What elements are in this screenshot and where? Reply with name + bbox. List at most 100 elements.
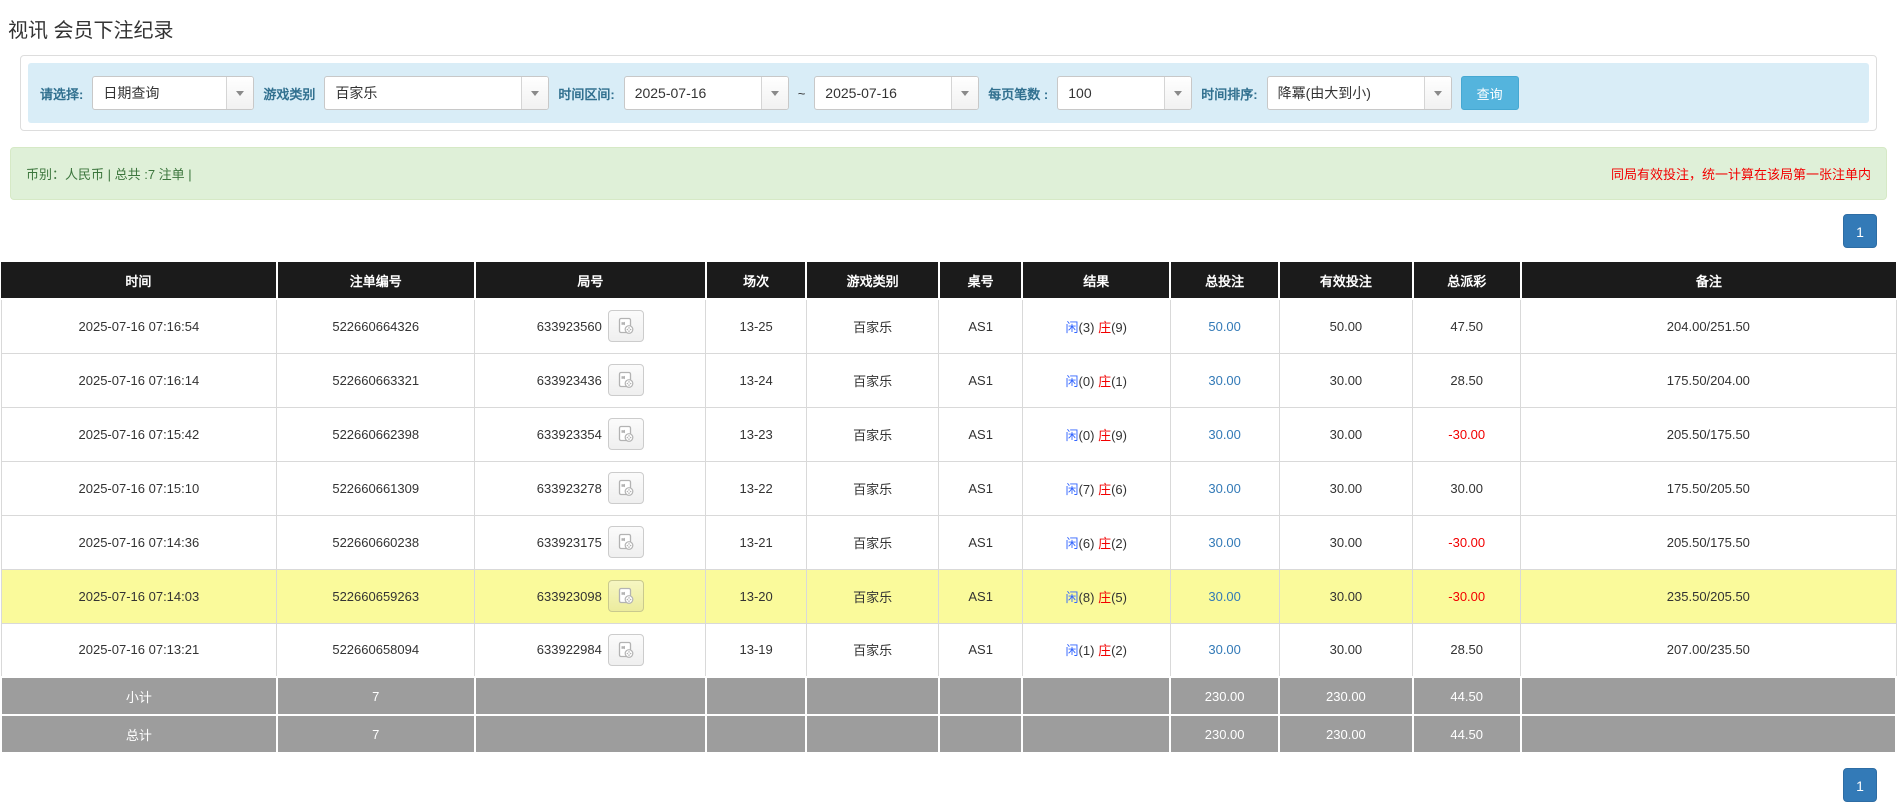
cell-order-no: 522660659263 (277, 569, 475, 623)
cell-round-no: 633923278 (475, 461, 706, 515)
payout-value: -30.00 (1448, 535, 1485, 550)
page-1-button[interactable]: 1 (1843, 768, 1877, 802)
cell-round-no: 633923560 (475, 299, 706, 353)
video-replay-button[interactable] (608, 364, 644, 396)
cell-result: 闲(0) 庄(9) (1022, 407, 1170, 461)
video-replay-button[interactable] (608, 634, 644, 666)
video-replay-button[interactable] (608, 526, 644, 558)
header-time: 时间 (1, 262, 277, 299)
header-remark: 备注 (1521, 262, 1896, 299)
cell-game-type: 百家乐 (806, 515, 939, 569)
player-result-points: (8) (1079, 590, 1095, 605)
table-row: 2025-07-16 07:15:10522660661309633923278… (1, 461, 1896, 515)
total-bet-link[interactable]: 30.00 (1208, 373, 1241, 388)
time-sort-label: 时间排序: (1201, 84, 1257, 103)
table-row: 2025-07-16 07:16:14522660663321633923436… (1, 353, 1896, 407)
cell-time: 2025-07-16 07:15:10 (1, 461, 277, 515)
banker-result-label: 庄 (1098, 643, 1111, 658)
date-from-select[interactable]: 2025-07-16 (624, 76, 789, 110)
cell-order-no: 522660661309 (277, 461, 475, 515)
cell-game-type: 百家乐 (806, 623, 939, 677)
date-from-value: 2025-07-16 (625, 77, 761, 109)
cell-remark: 205.50/175.50 (1521, 515, 1896, 569)
page-1-button[interactable]: 1 (1843, 214, 1877, 248)
cell-total-bet: 30.00 (1170, 461, 1279, 515)
player-result-label: 闲 (1066, 428, 1079, 443)
cell-game-type: 百家乐 (806, 353, 939, 407)
cell-table-no: AS1 (939, 623, 1022, 677)
bet-records-table: 时间 注单编号 局号 场次 游戏类别 桌号 结果 总投注 有效投注 总派彩 备注… (0, 262, 1897, 754)
header-valid-bet: 有效投注 (1279, 262, 1413, 299)
total-bet-link[interactable]: 30.00 (1208, 427, 1241, 442)
cell-remark: 205.50/175.50 (1521, 407, 1896, 461)
date-to-select[interactable]: 2025-07-16 (814, 76, 979, 110)
cell-remark: 175.50/205.50 (1521, 461, 1896, 515)
query-type-value: 日期查询 (93, 77, 226, 109)
video-replay-button[interactable] (608, 310, 644, 342)
subtotal-payout: 44.50 (1413, 677, 1521, 715)
cell-session: 13-19 (706, 623, 806, 677)
cell-table-no: AS1 (939, 299, 1022, 353)
cell-table-no: AS1 (939, 461, 1022, 515)
total-bet-link[interactable]: 50.00 (1208, 319, 1241, 334)
cell-order-no: 522660658094 (277, 623, 475, 677)
chevron-down-icon[interactable] (1424, 77, 1451, 109)
search-button[interactable]: 查询 (1461, 76, 1519, 110)
chevron-down-icon[interactable] (226, 77, 253, 109)
subtotal-total-bet: 230.00 (1170, 677, 1279, 715)
summary-bar: 币别：人民币 | 总共 :7 注单 | 同局有效投注，统一计算在该局第一张注单内 (10, 147, 1887, 200)
select-type-label: 请选择: (40, 84, 83, 103)
video-replay-button[interactable] (608, 580, 644, 612)
cell-result: 闲(6) 庄(2) (1022, 515, 1170, 569)
total-count: 7 (277, 715, 475, 753)
banker-result-label: 庄 (1098, 590, 1111, 605)
pagination-top: 1 (0, 200, 1897, 248)
cell-total-bet: 30.00 (1170, 515, 1279, 569)
cell-time: 2025-07-16 07:13:21 (1, 623, 277, 677)
table-header-row: 时间 注单编号 局号 场次 游戏类别 桌号 结果 总投注 有效投注 总派彩 备注 (1, 262, 1896, 299)
banker-result-points: (1) (1111, 374, 1127, 389)
time-sort-select[interactable]: 降冪(由大到小) (1267, 76, 1452, 110)
header-table-no: 桌号 (939, 262, 1022, 299)
video-replay-button[interactable] (608, 472, 644, 504)
total-bet-link[interactable]: 30.00 (1208, 589, 1241, 604)
player-result-label: 闲 (1066, 536, 1079, 551)
cell-game-type: 百家乐 (806, 569, 939, 623)
page-size-select[interactable]: 100 (1057, 76, 1192, 110)
query-type-select[interactable]: 日期查询 (92, 76, 254, 110)
player-result-points: (7) (1079, 482, 1095, 497)
video-replay-button[interactable] (608, 418, 644, 450)
subtotal-count: 7 (277, 677, 475, 715)
chevron-down-icon[interactable] (951, 77, 978, 109)
chevron-down-icon[interactable] (1164, 77, 1191, 109)
chevron-down-icon[interactable] (761, 77, 788, 109)
game-type-select[interactable]: 百家乐 (324, 76, 549, 110)
time-sort-value: 降冪(由大到小) (1268, 77, 1424, 109)
video-replay-icon (616, 586, 636, 606)
chevron-down-icon[interactable] (521, 77, 548, 109)
table-row: 2025-07-16 07:16:54522660664326633923560… (1, 299, 1896, 353)
range-separator: ~ (798, 86, 806, 101)
total-valid-bet: 230.00 (1279, 715, 1413, 753)
total-row: 总计 7 230.00 230.00 44.50 (1, 715, 1896, 753)
total-bet-link[interactable]: 30.00 (1208, 481, 1241, 496)
cell-payout: 47.50 (1413, 299, 1521, 353)
cell-remark: 207.00/235.50 (1521, 623, 1896, 677)
subtotal-label: 小计 (1, 677, 277, 715)
table-row: 2025-07-16 07:14:36522660660238633923175… (1, 515, 1896, 569)
filter-panel: 请选择: 日期查询 游戏类别 百家乐 时间区间: 2025-07-16 ~ 20… (20, 55, 1877, 131)
cell-session: 13-21 (706, 515, 806, 569)
cell-time: 2025-07-16 07:15:42 (1, 407, 277, 461)
date-to-value: 2025-07-16 (815, 77, 951, 109)
header-total-bet: 总投注 (1170, 262, 1279, 299)
cell-table-no: AS1 (939, 407, 1022, 461)
video-replay-icon (616, 640, 636, 660)
cell-payout: -30.00 (1413, 515, 1521, 569)
cell-order-no: 522660662398 (277, 407, 475, 461)
cell-total-bet: 30.00 (1170, 353, 1279, 407)
banker-result-label: 庄 (1098, 482, 1111, 497)
header-session: 场次 (706, 262, 806, 299)
total-bet-link[interactable]: 30.00 (1208, 535, 1241, 550)
total-bet-link[interactable]: 30.00 (1208, 642, 1241, 657)
cell-remark: 235.50/205.50 (1521, 569, 1896, 623)
